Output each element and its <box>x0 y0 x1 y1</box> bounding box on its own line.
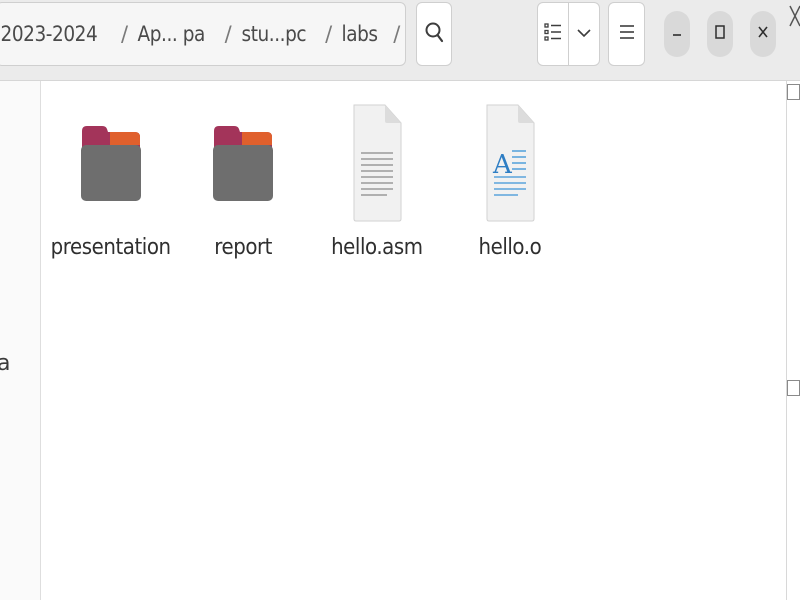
file-name: presentation <box>51 235 171 260</box>
minimize-icon <box>671 25 683 43</box>
close-icon <box>757 25 769 44</box>
file-item-presentation[interactable]: presentation <box>46 100 176 270</box>
view-options-dropdown[interactable] <box>568 3 599 65</box>
svg-text:A: A <box>492 150 513 180</box>
minimize-button[interactable] <box>664 11 690 57</box>
breadcrumb-separator: / <box>325 22 333 46</box>
sidebar: a <box>0 81 41 600</box>
folder-icon <box>76 100 146 225</box>
main-menu-button[interactable] <box>608 2 645 66</box>
breadcrumb-separator: / <box>393 22 401 46</box>
breadcrumb: 2023-2024 / Ap... pa / stu...pc / labs /… <box>0 3 405 65</box>
adjacent-window-checkbox <box>787 380 800 396</box>
sidebar-item-label[interactable]: a <box>0 351 10 376</box>
file-item-report[interactable]: report <box>178 100 308 270</box>
window-edge-close-icon <box>786 0 800 40</box>
view-toggle-group <box>537 2 600 66</box>
document-file-icon: A <box>475 100 545 225</box>
breadcrumb-separator: / <box>224 22 232 46</box>
path-bar: 2023-2024 / Ap... pa / stu...pc / labs /… <box>0 2 406 66</box>
chevron-down-icon <box>577 25 591 43</box>
file-item-hello-o[interactable]: A hello.o <box>445 100 575 270</box>
search-button[interactable] <box>416 2 452 66</box>
text-file-icon <box>342 100 412 225</box>
file-name: hello.o <box>478 235 542 260</box>
breadcrumb-item-year[interactable]: 2023-2024 <box>0 22 101 46</box>
adjacent-window-edge <box>786 81 800 600</box>
breadcrumb-item-labs[interactable]: labs <box>338 22 381 46</box>
breadcrumb-item-course[interactable]: Ap... pa <box>134 22 208 46</box>
file-item-hello-asm[interactable]: hello.asm <box>312 100 442 270</box>
header-bar: 2023-2024 / Ap... pa / stu...pc / labs /… <box>0 0 800 81</box>
hamburger-menu-icon <box>619 23 635 46</box>
adjacent-window-checkbox <box>787 84 800 100</box>
maximize-icon <box>714 24 726 45</box>
breadcrumb-item-user[interactable]: stu...pc <box>238 22 310 46</box>
maximize-button[interactable] <box>707 11 733 57</box>
list-view-icon <box>544 21 562 48</box>
breadcrumb-separator: / <box>120 22 129 46</box>
file-name: report <box>214 235 272 260</box>
search-icon <box>424 21 444 48</box>
file-name: hello.asm <box>331 235 423 260</box>
list-view-button[interactable] <box>538 3 568 65</box>
close-button[interactable] <box>750 11 776 57</box>
folder-icon <box>208 100 278 225</box>
